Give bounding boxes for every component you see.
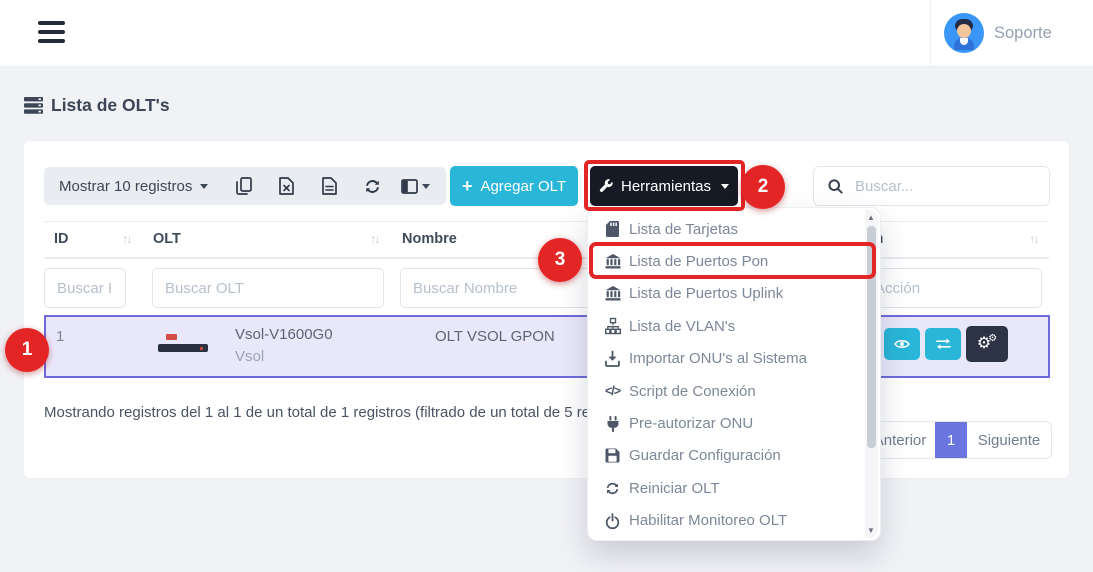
scrollbar-thumb[interactable] xyxy=(867,226,876,448)
menu-toggle-icon[interactable] xyxy=(38,21,65,45)
filter-id-input[interactable] xyxy=(44,268,126,308)
menu-item-script-de-conexion[interactable]: </> Script de Conexión xyxy=(588,375,880,407)
sort-icon[interactable]: ↑↓ xyxy=(1029,232,1038,246)
show-entries-label: Mostrar 10 registros xyxy=(59,178,192,195)
server-icon xyxy=(24,97,43,114)
plus-icon: + xyxy=(462,177,473,195)
add-olt-button[interactable]: + Agregar OLT xyxy=(450,166,578,206)
refresh-icon xyxy=(364,178,381,195)
building-columns-icon xyxy=(603,254,622,269)
user-name[interactable]: Soporte xyxy=(994,24,1052,43)
vsol-logo xyxy=(166,334,177,340)
menu-item-reiniciar-olt[interactable]: Reiniciar OLT xyxy=(588,472,880,504)
table-row[interactable]: 1 Vsol-V1600G0 Vsol OLT VSOL GPON xyxy=(44,315,1050,378)
column-visibility-button[interactable] xyxy=(394,167,437,205)
tools-label: Herramientas xyxy=(621,178,711,195)
menu-item-lista-de-tarjetas[interactable]: Lista de Tarjetas xyxy=(588,213,880,245)
sort-icon[interactable]: ↑↓ xyxy=(122,232,131,246)
sync-icon xyxy=(603,481,622,496)
table-summary: Mostrando registros del 1 al 1 de un tot… xyxy=(44,404,639,421)
column-header-id[interactable]: ID xyxy=(54,231,69,247)
sitemap-icon xyxy=(603,318,622,334)
download-icon xyxy=(603,351,622,367)
search-icon xyxy=(828,179,843,194)
tools-dropdown-menu: Lista de Tarjetas Lista de Puertos Pon xyxy=(587,207,881,541)
annotation-step-3: 3 xyxy=(538,238,582,282)
user-avatar[interactable] xyxy=(944,13,984,53)
column-header-nombre[interactable]: Nombre xyxy=(402,231,457,247)
chevron-down-icon xyxy=(422,184,430,189)
menu-item-guardar-configuracion[interactable]: Guardar Configuración xyxy=(588,440,880,472)
row-id: 1 xyxy=(56,328,64,345)
menu-item-importar-onus[interactable]: Importar ONU's al Sistema xyxy=(588,343,880,375)
copy-button[interactable] xyxy=(222,167,265,205)
search-input[interactable] xyxy=(853,177,1056,196)
export-excel-button[interactable] xyxy=(265,167,308,205)
file-text-icon xyxy=(322,177,337,195)
file-excel-icon xyxy=(279,177,294,195)
gears-icon: ⚙ xyxy=(988,334,997,344)
code-icon: </> xyxy=(603,384,622,398)
olt-settings-button[interactable]: ⚙ ⚙ xyxy=(966,326,1008,362)
export-file-button[interactable] xyxy=(308,167,351,205)
table-search xyxy=(813,166,1050,206)
menu-item-habilitar-monitoreo-olt[interactable]: Habilitar Monitoreo OLT xyxy=(588,505,880,537)
menu-item-lista-de-vlans[interactable]: Lista de VLAN's xyxy=(588,310,880,342)
scroll-up-icon[interactable]: ▲ xyxy=(867,213,875,222)
sd-card-icon xyxy=(603,221,622,237)
row-actions: ⚙ ⚙ xyxy=(884,326,1008,362)
view-olt-button[interactable] xyxy=(884,328,920,360)
olt-brand: Vsol xyxy=(235,348,333,365)
menu-item-lista-de-puertos-pon[interactable]: Lista de Puertos Pon xyxy=(588,245,880,277)
add-olt-label: Agregar OLT xyxy=(480,178,566,195)
chevron-down-icon xyxy=(721,184,729,189)
dropdown-scrollbar[interactable]: ▲ ▼ xyxy=(865,210,878,538)
scroll-down-icon[interactable]: ▼ xyxy=(867,526,875,535)
plug-icon xyxy=(603,416,622,432)
olt-list-card: Mostrar 10 registros xyxy=(24,141,1069,478)
refresh-button[interactable] xyxy=(351,167,394,205)
eye-icon xyxy=(894,338,910,350)
sort-icon[interactable]: ↑↓ xyxy=(370,232,379,246)
page-title-text: Lista de OLT's xyxy=(51,95,170,116)
pagination: Anterior 1 Siguiente xyxy=(864,421,1052,459)
annotation-step-2: 2 xyxy=(741,165,785,209)
wrench-icon xyxy=(599,179,613,193)
chevron-down-icon xyxy=(200,184,208,189)
annotation-step-1: 1 xyxy=(5,328,49,372)
menu-item-lista-de-puertos-uplink[interactable]: Lista de Puertos Uplink xyxy=(588,278,880,310)
top-navbar: Soporte xyxy=(0,0,1093,67)
exchange-button[interactable] xyxy=(925,328,961,360)
table-columns-icon xyxy=(401,179,418,194)
olt-chassis-graphic xyxy=(158,344,208,352)
show-entries-dropdown[interactable]: Mostrar 10 registros xyxy=(44,178,222,195)
olt-management-screen: Soporte Lista de OLT's Mostrar 10 regist… xyxy=(0,0,1093,572)
save-icon xyxy=(603,448,622,463)
row-nombre: OLT VSOL GPON xyxy=(435,328,555,345)
olt-name-cell: Vsol-V1600G0 Vsol xyxy=(235,326,333,365)
copy-icon xyxy=(236,177,252,195)
topbar-divider xyxy=(930,0,931,66)
table-toolbar-group: Mostrar 10 registros xyxy=(44,167,446,205)
pagination-page-1[interactable]: 1 xyxy=(935,422,967,458)
olt-model: Vsol-V1600G0 xyxy=(235,326,333,343)
page-title: Lista de OLT's xyxy=(24,95,170,116)
pagination-next[interactable]: Siguiente xyxy=(967,422,1051,458)
tools-dropdown-button[interactable]: Herramientas xyxy=(590,166,738,206)
building-columns-icon xyxy=(603,286,622,301)
exchange-arrows-icon xyxy=(936,338,951,350)
olt-device-image xyxy=(158,331,210,361)
column-header-olt[interactable]: OLT xyxy=(153,231,181,247)
menu-item-pre-autorizar-onu[interactable]: Pre-autorizar ONU xyxy=(588,407,880,439)
filter-olt-input[interactable] xyxy=(152,268,384,308)
power-icon xyxy=(603,513,622,529)
